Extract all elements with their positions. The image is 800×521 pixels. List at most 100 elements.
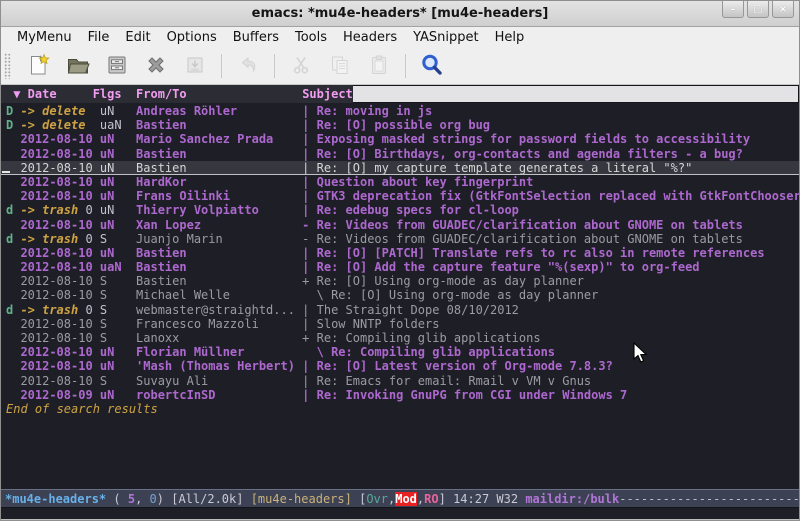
subject-column: | Re: Emacs for email: Rmail v VM v Gnus — [302, 374, 799, 388]
message-row[interactable]: d-> trash 0Swebmaster@straightd...| The … — [1, 303, 799, 317]
maximize-button[interactable]: □ — [747, 1, 769, 18]
message-row[interactable]: 2012-08-10SBastien+ Re: [O] Using org-mo… — [1, 274, 799, 288]
mark-char: D — [6, 118, 20, 132]
from-column: Juanjo Marin — [136, 232, 302, 246]
menu-file[interactable]: File — [80, 29, 118, 46]
menu-options[interactable]: Options — [159, 29, 225, 46]
modeline-segment: ( — [106, 492, 128, 506]
minimize-button[interactable]: – — [722, 1, 744, 18]
message-row[interactable]: 2012-08-10uNBastien| Re: [O] [PATCH] Tra… — [1, 246, 799, 260]
flags-column: uN — [100, 161, 136, 174]
from-column: HardKor — [136, 175, 302, 189]
menu-headers[interactable]: Headers — [335, 29, 405, 46]
message-row[interactable]: 2012-08-10uNFrans Oilinki| GTK3 deprecat… — [1, 189, 799, 203]
message-row[interactable]: 2012-08-10uNBastien| Re: [O] Birthdays, … — [1, 147, 799, 161]
message-row[interactable]: 2012-08-10SMichael Welle \ Re: [O] Using… — [1, 288, 799, 302]
message-row[interactable]: 2012-08-10uaNBastien| Re: [O] Add the ca… — [1, 260, 799, 274]
from-column: Bastien — [136, 260, 302, 274]
toolbar-button-close[interactable] — [143, 53, 169, 79]
save-icon — [105, 53, 129, 80]
mark-char: d — [6, 203, 20, 217]
message-list: D-> deleteuNAndreas Röhler| Re: moving i… — [1, 103, 799, 489]
mark-char — [6, 189, 20, 203]
mark-char: d — [6, 232, 20, 246]
flags-column: S — [100, 317, 136, 331]
message-row[interactable]: 2012-08-10uNXan Lopez- Re: Videos from G… — [1, 218, 799, 232]
from-column: 'Mash (Thomas Herbert) — [136, 359, 302, 373]
menu-tools[interactable]: Tools — [287, 29, 335, 46]
text-cursor — [2, 171, 10, 173]
flags-column: S — [100, 288, 136, 302]
message-row[interactable]: D-> deleteuNAndreas Röhler| Re: moving i… — [1, 104, 799, 118]
new-file-icon — [27, 53, 51, 80]
mark-char — [6, 317, 20, 331]
date-column: 2012-08-10 — [20, 189, 99, 203]
message-row[interactable]: 2012-08-10uNHardKor| Question about key … — [1, 175, 799, 189]
toolbar-button-search[interactable] — [419, 53, 445, 79]
subject-column: | Re: moving in js — [302, 104, 799, 118]
mark-char: D — [6, 104, 20, 118]
close-button[interactable]: × — [772, 1, 794, 18]
window-title: emacs: *mu4e-headers* [mu4e-headers] — [252, 6, 549, 21]
menu-help[interactable]: Help — [487, 29, 533, 46]
modeline-segment: , — [417, 492, 424, 506]
modeline-segment: -------------------------------------- — [619, 492, 799, 506]
message-row[interactable]: 2012-08-10uNFlorian Müllner \ Re: Compil… — [1, 345, 799, 359]
from-column: robertcInSD — [136, 388, 302, 402]
modeline-segment: [mu4e-headers] — [251, 492, 359, 506]
headers-column-titles[interactable]: ▼ Date Flgs From/To Subject — [1, 85, 353, 103]
mark-action: -> delete — [20, 118, 99, 132]
modeline-segment: *mu4e-headers* — [5, 492, 106, 506]
message-row[interactable]: D-> deleteuaNBastien| Re: [O] possible o… — [1, 118, 799, 132]
toolbar — [1, 48, 799, 85]
menu-edit[interactable]: Edit — [117, 29, 158, 46]
subject-column: | Question about key fingerprint — [302, 175, 799, 189]
open-folder-icon — [66, 53, 90, 80]
message-row[interactable]: 2012-08-10SLanoxx+ Re: Compiling glib ap… — [1, 331, 799, 345]
toolbar-button-new-file[interactable] — [26, 53, 52, 79]
subject-column: | Re: [O] possible org bug — [302, 118, 799, 132]
mark-char — [6, 132, 20, 146]
flags-column: uN — [100, 189, 136, 203]
from-column: Bastien — [136, 118, 302, 132]
menu-bar: MyMenuFileEditOptionsBuffersToolsHeaders… — [1, 27, 799, 48]
subject-column: + Re: [O] Using org-mode as day planner — [302, 274, 799, 288]
copy-icon — [328, 53, 352, 80]
title-bar[interactable]: emacs: *mu4e-headers* [mu4e-headers] –□× — [1, 1, 799, 27]
toolbar-separator — [405, 54, 406, 78]
toolbar-grip[interactable] — [4, 53, 11, 79]
subject-column: | The Straight Dope 08/10/2012 — [302, 303, 799, 317]
toolbar-button-paste — [366, 53, 392, 79]
menu-buffers[interactable]: Buffers — [225, 29, 287, 46]
emacs-window: emacs: *mu4e-headers* [mu4e-headers] –□×… — [0, 0, 800, 521]
message-row[interactable]: 2012-08-10SSuvayu Ali| Re: Emacs for ema… — [1, 374, 799, 388]
flags-column: uN — [100, 218, 136, 232]
date-column: 2012-08-10 — [20, 260, 99, 274]
date-column: 2012-08-10 — [20, 359, 99, 373]
toolbar-button-undo — [235, 53, 261, 79]
subject-column: | Re: [O] my capture template generates … — [302, 161, 799, 174]
from-column: Bastien — [136, 274, 302, 288]
menu-mymenu[interactable]: MyMenu — [9, 29, 80, 46]
toolbar-button-save[interactable] — [104, 53, 130, 79]
menu-yasnippet[interactable]: YASnippet — [405, 29, 487, 46]
from-column: Xan Lopez — [136, 218, 302, 232]
message-row[interactable]: 2012-08-10uNBastien| Re: [O] my capture … — [1, 161, 799, 175]
date-column: 2012-08-10 — [20, 345, 99, 359]
message-row[interactable]: 2012-08-10SFrancesco Mazzoli| Slow NNTP … — [1, 317, 799, 331]
toolbar-separator — [274, 54, 275, 78]
modeline-segment: , — [388, 492, 395, 506]
message-row[interactable]: 2012-08-10uNMario Sanchez Prada| Exposin… — [1, 132, 799, 146]
message-row[interactable]: d-> trash 0SJuanjo Marin- Re: Videos fro… — [1, 232, 799, 246]
message-row[interactable]: 2012-08-09uNrobertcInSD| Re: Invoking Gn… — [1, 388, 799, 402]
header-line-filler — [353, 85, 799, 103]
date-column: 2012-08-10 — [20, 246, 99, 260]
toolbar-button-open-folder[interactable] — [65, 53, 91, 79]
subject-column: | Re: [O] [PATCH] Translate refs to rc a… — [302, 246, 799, 260]
modeline-segment: [All/2.0k] — [171, 492, 250, 506]
mark-action: -> trash 0 — [20, 203, 99, 217]
flags-column: uN — [100, 246, 136, 260]
subject-column: | Re: Invoking GnuPG from CGI under Wind… — [302, 388, 799, 402]
message-row[interactable]: 2012-08-10uN'Mash (Thomas Herbert)| Re: … — [1, 359, 799, 373]
message-row[interactable]: d-> trash 0uNThierry Volpiatto| Re: edeb… — [1, 203, 799, 217]
